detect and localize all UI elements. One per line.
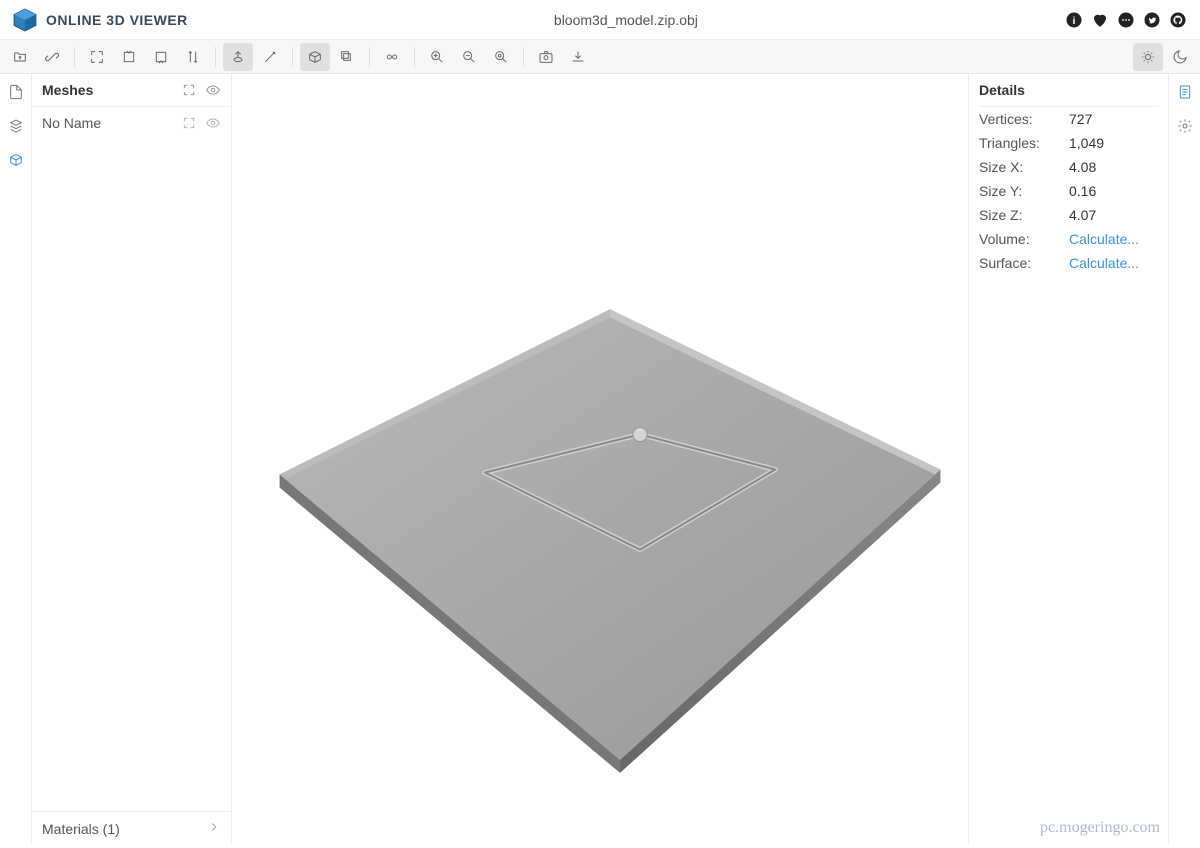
github-icon[interactable]	[1168, 10, 1188, 30]
detail-value: 0.16	[1069, 183, 1096, 199]
show-all-meshes-icon[interactable]	[205, 82, 221, 98]
snapshot-button[interactable]	[531, 43, 561, 71]
pan-camera-button[interactable]	[255, 43, 285, 71]
detail-label: Volume:	[979, 231, 1069, 247]
toolbar-separator	[523, 47, 524, 67]
meshes-tab-icon[interactable]	[6, 150, 26, 170]
mesh-item-name: No Name	[42, 115, 181, 131]
right-rail	[1168, 74, 1200, 845]
main-area: Meshes No Name Materials (1)	[0, 74, 1200, 845]
calculate-volume-link[interactable]: Calculate...	[1069, 231, 1139, 247]
materials-footer-button[interactable]: Materials (1)	[32, 811, 231, 845]
toolbar-separator	[414, 47, 415, 67]
dark-theme-button[interactable]	[1165, 43, 1195, 71]
svg-text:i: i	[1073, 14, 1076, 26]
toolbar	[0, 40, 1200, 74]
header: ONLINE 3D VIEWER bloom3d_model.zip.obj i	[0, 0, 1200, 40]
toolbar-separator	[369, 47, 370, 67]
detail-row-surface: Surface: Calculate...	[969, 251, 1168, 275]
materials-tab-icon[interactable]	[6, 116, 26, 136]
mesh-item[interactable]: No Name	[32, 107, 231, 139]
zoom-fit-button[interactable]	[422, 43, 452, 71]
detail-label: Size X:	[979, 159, 1069, 175]
fit-to-window-button[interactable]	[82, 43, 112, 71]
left-rail	[0, 74, 32, 845]
fit-all-meshes-icon[interactable]	[181, 82, 197, 98]
orbit-camera-button[interactable]	[223, 43, 253, 71]
app-title: ONLINE 3D VIEWER	[46, 12, 188, 28]
measure-button[interactable]	[377, 43, 407, 71]
orthographic-camera-button[interactable]	[332, 43, 362, 71]
light-theme-button[interactable]	[1133, 43, 1163, 71]
details-tab-icon[interactable]	[1175, 82, 1195, 102]
detail-label: Size Y:	[979, 183, 1069, 199]
detail-label: Size Z:	[979, 207, 1069, 223]
show-mesh-icon[interactable]	[205, 115, 221, 131]
left-panel-header: Meshes	[32, 74, 231, 107]
detail-row-volume: Volume: Calculate...	[969, 227, 1168, 251]
heart-icon[interactable]	[1090, 10, 1110, 30]
zoom-out-button[interactable]	[486, 43, 516, 71]
detail-value: 727	[1069, 111, 1092, 127]
detail-label: Vertices:	[979, 111, 1069, 127]
materials-footer-label: Materials (1)	[42, 821, 207, 837]
detail-row-sizez: Size Z: 4.07	[969, 203, 1168, 227]
chat-icon[interactable]	[1116, 10, 1136, 30]
toolbar-separator	[74, 47, 75, 67]
detail-label: Triangles:	[979, 135, 1069, 151]
3d-model-render	[232, 74, 968, 845]
flip-view-button[interactable]	[178, 43, 208, 71]
open-url-button[interactable]	[37, 43, 67, 71]
watermark-text: pc.mogeringo.com	[1040, 819, 1160, 837]
right-panel: Details Vertices: 727 Triangles: 1,049 S…	[968, 74, 1168, 845]
detail-value: 4.07	[1069, 207, 1096, 223]
detail-row-vertices: Vertices: 727	[969, 107, 1168, 131]
perspective-camera-button[interactable]	[300, 43, 330, 71]
detail-label: Surface:	[979, 255, 1069, 271]
info-icon[interactable]: i	[1064, 10, 1084, 30]
fit-mesh-icon[interactable]	[181, 115, 197, 131]
chevron-right-icon	[207, 820, 221, 837]
detail-value: 1,049	[1069, 135, 1104, 151]
calculate-surface-link[interactable]: Calculate...	[1069, 255, 1139, 271]
view-bottom-button[interactable]	[146, 43, 176, 71]
toolbar-separator	[215, 47, 216, 67]
app-logo-icon	[12, 7, 38, 33]
view-top-button[interactable]	[114, 43, 144, 71]
detail-value: 4.08	[1069, 159, 1096, 175]
right-panel-header: Details	[979, 74, 1158, 107]
files-tab-icon[interactable]	[6, 82, 26, 102]
zoom-in-button[interactable]	[454, 43, 484, 71]
detail-row-triangles: Triangles: 1,049	[969, 131, 1168, 155]
open-file-button[interactable]	[5, 43, 35, 71]
detail-row-sizex: Size X: 4.08	[969, 155, 1168, 179]
right-panel-title: Details	[979, 82, 1158, 98]
file-name: bloom3d_model.zip.obj	[188, 12, 1064, 28]
export-button[interactable]	[563, 43, 593, 71]
twitter-icon[interactable]	[1142, 10, 1162, 30]
3d-viewport[interactable]	[232, 74, 968, 845]
left-panel-title: Meshes	[42, 82, 181, 98]
detail-row-sizey: Size Y: 0.16	[969, 179, 1168, 203]
left-panel: Meshes No Name Materials (1)	[32, 74, 232, 845]
settings-tab-icon[interactable]	[1175, 116, 1195, 136]
toolbar-separator	[292, 47, 293, 67]
